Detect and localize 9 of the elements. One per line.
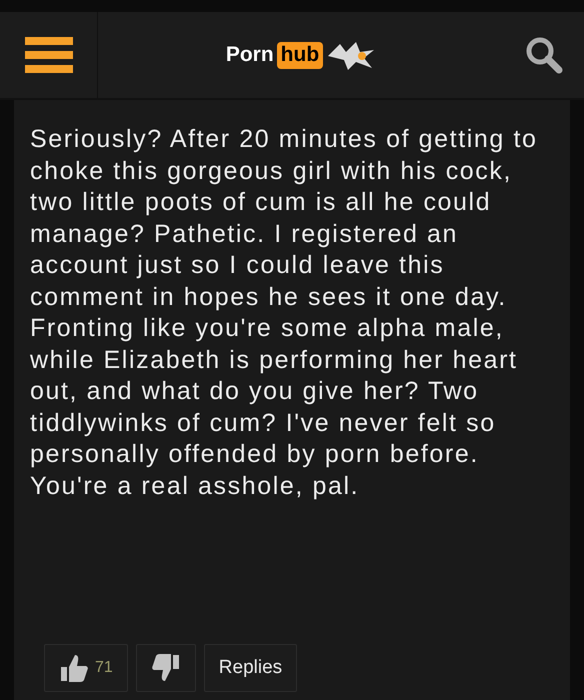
site-logo[interactable]: Porn hub (226, 30, 376, 80)
thumbs-down-icon (150, 653, 181, 683)
like-button[interactable]: 71 (44, 644, 128, 692)
replies-button[interactable]: Replies (204, 644, 298, 692)
thumbs-up-icon (59, 653, 89, 683)
search-icon (525, 36, 563, 74)
comment-text: Seriously? After 20 minutes of getting to choke this gorgeous girl with his cock, two little poots of cum is all he could manage? Pathetic. I registered an account just so I could leave this comment in hopes he sees it one day. Fronting like you're some alpha male, while Elizabeth is performing her heart out, and what do you give her? Two tiddlywinks of cum? I've never felt so personally offended by porn before. You're a real asshole, pal. (30, 124, 539, 502)
menu-icon (24, 35, 72, 75)
dislike-button[interactable] (136, 644, 196, 692)
